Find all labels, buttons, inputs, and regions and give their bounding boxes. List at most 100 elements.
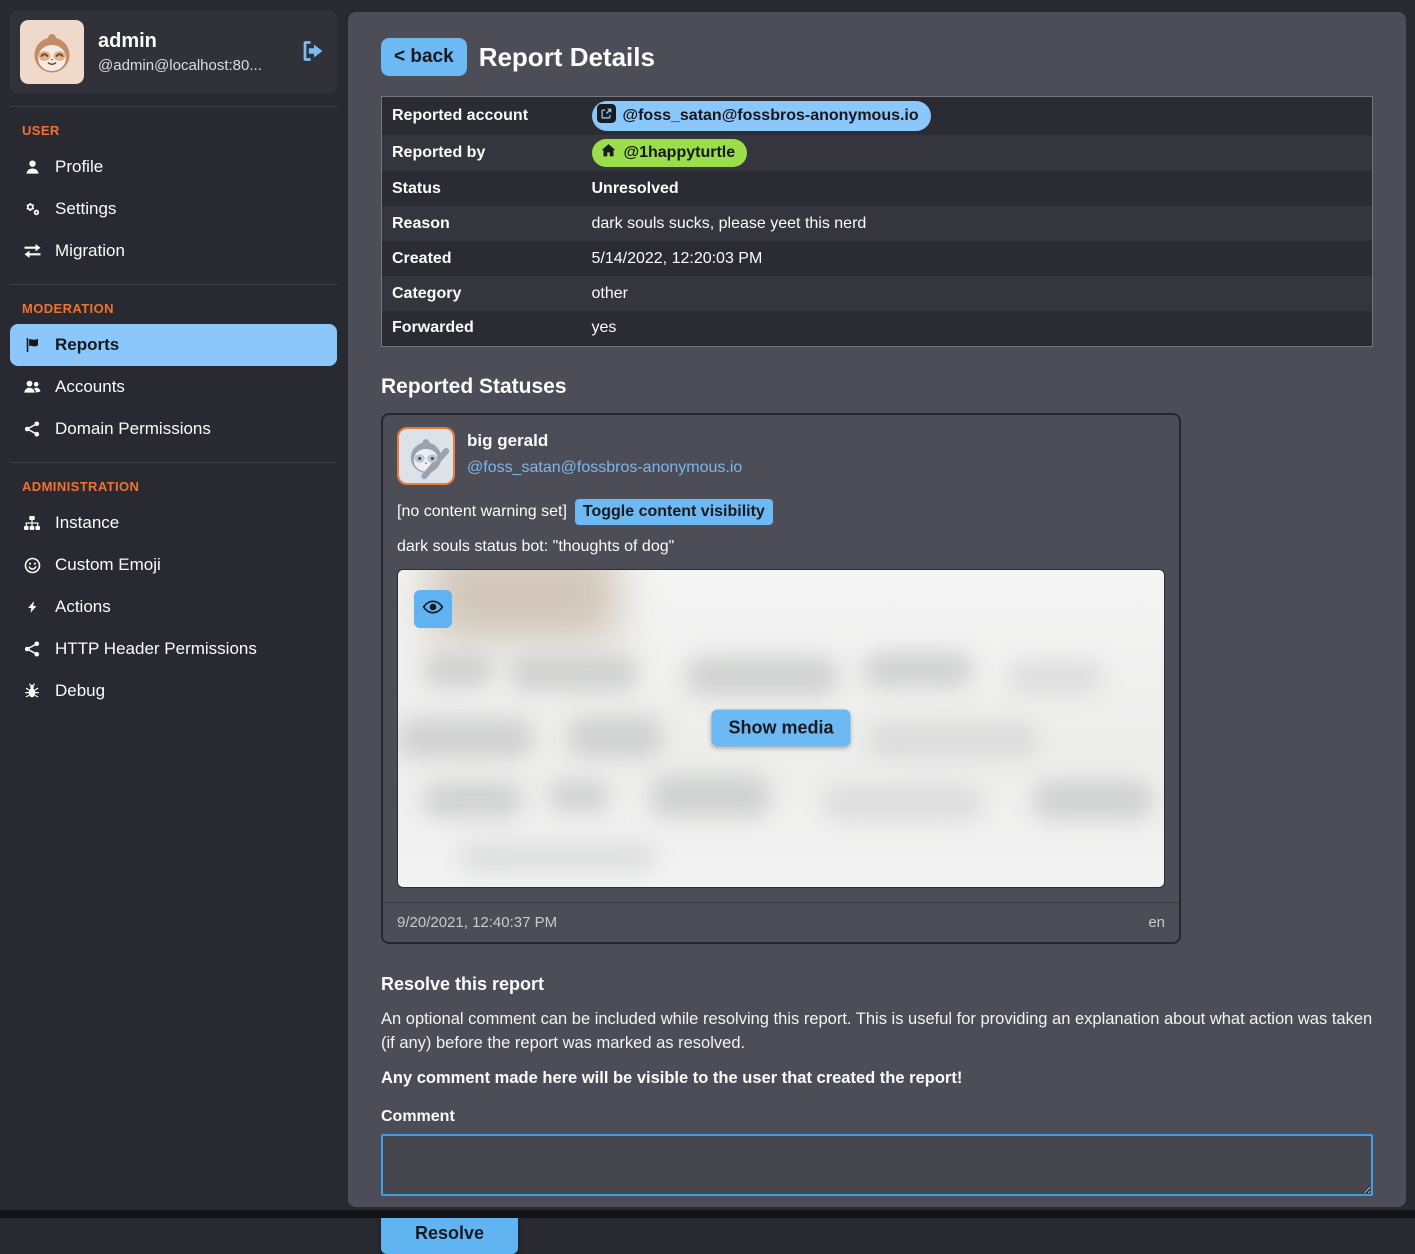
hide-media-button[interactable]	[414, 590, 452, 628]
section-header: MODERATION	[10, 295, 337, 324]
user-card[interactable]: admin @admin@localhost:80...	[10, 10, 337, 94]
reported-by-handle: @1happyturtle	[624, 144, 736, 162]
status-author: big gerald @foss_satan@fossbros-anonymou…	[467, 427, 742, 485]
eye-icon	[422, 596, 444, 621]
status-media-blurred[interactable]: Show media	[397, 569, 1165, 888]
toggle-content-visibility-button[interactable]: Toggle content visibility	[575, 499, 773, 525]
content-warning-row: [no content warning set] Toggle content …	[397, 499, 1165, 525]
blur-blob	[868, 720, 1038, 760]
status-header: big gerald @foss_satan@fossbros-anonymou…	[397, 427, 1165, 485]
row-label: Reported account	[382, 97, 582, 136]
table-row: Reason dark souls sucks, please yeet thi…	[382, 206, 1373, 241]
sidebar-item-migration[interactable]: Migration	[10, 230, 337, 272]
bolt-icon	[22, 599, 42, 615]
status-body: big gerald @foss_satan@fossbros-anonymou…	[383, 415, 1179, 888]
home-icon	[600, 142, 617, 164]
sidebar-item-accounts[interactable]: Accounts	[10, 366, 337, 408]
row-value: yes	[582, 311, 1373, 346]
sidebar-item-label: Debug	[55, 681, 105, 701]
sidebar-item-label: Reports	[55, 335, 119, 355]
sidebar-item-debug[interactable]: Debug	[10, 670, 337, 712]
blur-blob	[423, 782, 523, 818]
status-handle[interactable]: @foss_satan@fossbros-anonymous.io	[467, 459, 742, 477]
blur-blob	[428, 569, 618, 640]
page-bottom-edge	[0, 1210, 1415, 1218]
blur-blob	[398, 718, 533, 758]
sidebar-item-actions[interactable]: Actions	[10, 586, 337, 628]
sidebar-item-label: Settings	[55, 199, 116, 219]
sidebar-item-profile[interactable]: Profile	[10, 146, 337, 188]
sidebar-item-reports[interactable]: Reports	[10, 324, 337, 366]
user-name: admin	[98, 30, 285, 53]
comment-textarea[interactable]	[381, 1134, 1373, 1196]
sidebar-item-label: Custom Emoji	[55, 555, 161, 575]
page-title: Report Details	[479, 42, 655, 73]
blur-blob	[1033, 780, 1153, 820]
blur-blob	[686, 656, 838, 696]
bug-icon	[22, 683, 42, 699]
user-info: admin @admin@localhost:80...	[98, 30, 285, 74]
external-link-icon	[597, 104, 616, 128]
blur-blob	[650, 774, 770, 818]
row-label: Category	[382, 276, 582, 311]
row-value: dark souls sucks, please yeet this nerd	[582, 206, 1373, 241]
sidebar-item-label: Actions	[55, 597, 111, 617]
sidebar-item-label: Migration	[55, 241, 125, 261]
sidebar-item-label: HTTP Header Permissions	[55, 639, 257, 659]
row-label: Created	[382, 241, 582, 276]
reported-account-pill[interactable]: @foss_satan@fossbros-anonymous.io	[592, 101, 931, 131]
logout-button[interactable]	[299, 38, 325, 67]
smile-icon	[22, 557, 42, 574]
sitemap-icon	[22, 515, 42, 531]
row-label: Reported by	[382, 135, 582, 171]
status-display-name: big gerald	[467, 431, 742, 451]
user-icon	[22, 159, 42, 175]
reported-account-handle: @foss_satan@fossbros-anonymous.io	[623, 107, 919, 125]
users-icon	[22, 379, 42, 395]
sidebar-section-administration: ADMINISTRATION Instance Custom Emoji Act…	[10, 462, 337, 712]
gears-icon	[22, 201, 42, 217]
sidebar-item-label: Instance	[55, 513, 119, 533]
table-row: Category other	[382, 276, 1373, 311]
sidebar-item-http-header-permissions[interactable]: HTTP Header Permissions	[10, 628, 337, 670]
sidebar: admin @admin@localhost:80... USER Profil…	[0, 0, 347, 712]
sidebar-section-moderation: MODERATION Reports Accounts Domain Permi…	[10, 284, 337, 450]
blur-blob	[1008, 660, 1103, 694]
sidebar-item-settings[interactable]: Settings	[10, 188, 337, 230]
section-header: ADMINISTRATION	[10, 473, 337, 502]
share-nodes-icon	[22, 421, 42, 437]
sidebar-item-domain-permissions[interactable]: Domain Permissions	[10, 408, 337, 450]
logout-icon	[299, 52, 325, 67]
blur-blob	[823, 784, 983, 822]
table-row: Reported by @1happyturtle	[382, 135, 1373, 171]
sidebar-item-instance[interactable]: Instance	[10, 502, 337, 544]
status-avatar	[397, 427, 455, 485]
share-nodes-icon	[22, 641, 42, 657]
blur-blob	[548, 780, 610, 812]
show-media-button[interactable]: Show media	[711, 710, 850, 747]
table-row: Forwarded yes	[382, 311, 1373, 346]
table-row: Reported account @foss_satan@fossbros-an…	[382, 97, 1373, 136]
blur-blob	[458, 842, 658, 872]
sidebar-section-user: USER Profile Settings Migration	[10, 106, 337, 272]
sidebar-item-custom-emoji[interactable]: Custom Emoji	[10, 544, 337, 586]
section-header: USER	[10, 117, 337, 146]
migration-icon	[22, 244, 42, 258]
status-footer: 9/20/2021, 12:40:37 PM en	[383, 902, 1179, 942]
resolve-heading: Resolve this report	[381, 974, 1373, 995]
report-details-table: Reported account @foss_satan@fossbros-an…	[381, 96, 1373, 347]
sidebar-item-label: Domain Permissions	[55, 419, 211, 439]
blur-blob	[863, 652, 973, 688]
blur-blob	[423, 652, 493, 688]
row-label: Forwarded	[382, 311, 582, 346]
reported-by-pill[interactable]: @1happyturtle	[592, 139, 748, 167]
avatar	[20, 20, 84, 84]
back-button[interactable]: < back	[381, 38, 467, 76]
resolve-button[interactable]: Resolve	[381, 1213, 518, 1254]
row-value: 5/14/2022, 12:20:03 PM	[582, 241, 1373, 276]
blur-blob	[568, 716, 663, 758]
reported-statuses-heading: Reported Statuses	[381, 375, 1373, 399]
content-warning-text: [no content warning set]	[397, 503, 567, 521]
report-details-panel: < back Report Details Reported account @…	[348, 12, 1406, 1207]
reported-status-card: big gerald @foss_satan@fossbros-anonymou…	[381, 413, 1181, 944]
